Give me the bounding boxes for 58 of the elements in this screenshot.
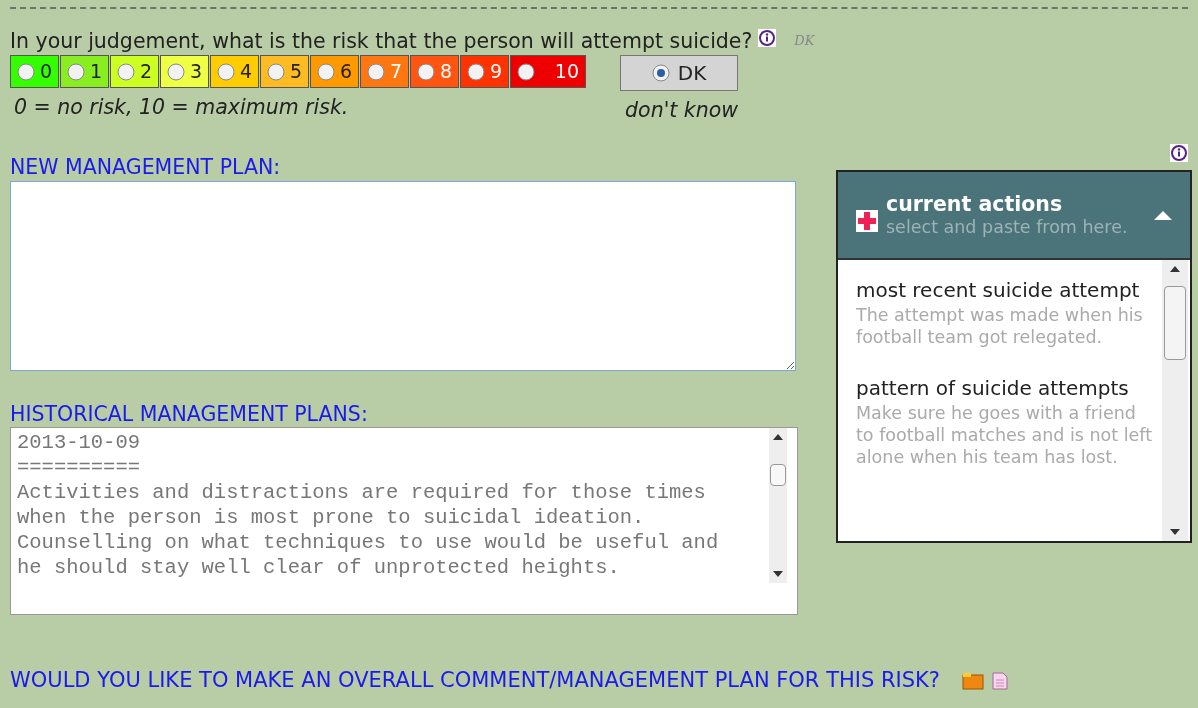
- radio-button[interactable]: [651, 64, 670, 82]
- radio-button[interactable]: [417, 62, 435, 81]
- scrollbar[interactable]: [1162, 259, 1188, 541]
- radio-button[interactable]: [467, 62, 485, 81]
- risk-option[interactable]: 2: [110, 55, 159, 88]
- dont-know-option[interactable]: DK: [620, 55, 738, 91]
- history-line: 2013-10-09: [17, 429, 142, 455]
- history-line: he should stay well clear of unprotected heights.: [17, 554, 621, 580]
- action-text: Make sure he goes with a friend to football matches and is not left alone when his team has lost.: [856, 401, 1154, 468]
- radio-button[interactable]: [267, 62, 285, 81]
- field-label: NEW MANAGEMENT PLAN:: [10, 155, 282, 178]
- action-title: pattern of suicide attempts: [856, 374, 1130, 402]
- risk-option[interactable]: 6: [310, 55, 359, 88]
- panel-header[interactable]: current actions select and paste from here.: [838, 171, 1190, 260]
- panel-title: current actions: [886, 191, 1064, 216]
- radio-button[interactable]: [367, 62, 385, 81]
- action-text: The attempt was made when his football team got relegated.: [856, 303, 1144, 348]
- history-line: Activities and distractions are required for those times: [17, 479, 707, 505]
- scroll-thumb[interactable]: [1164, 285, 1186, 360]
- risk-option[interactable]: 0: [10, 55, 59, 88]
- risk-option[interactable]: 5: [260, 55, 309, 88]
- caption-text: don't know: [625, 97, 738, 124]
- collapse-icon[interactable]: [1154, 209, 1172, 220]
- scroll-thumb[interactable]: [770, 463, 786, 486]
- history-line: Counselling on what techniques to use would be useful and: [17, 529, 720, 555]
- scrollbar[interactable]: [769, 427, 787, 583]
- risk-option[interactable]: 9: [460, 55, 509, 88]
- legend-text: 0 = no risk, 10 = maximum risk.: [14, 94, 350, 121]
- risk-option[interactable]: 1: [60, 55, 109, 88]
- info-icon[interactable]: [1170, 143, 1188, 162]
- scroll-down-icon[interactable]: [1170, 528, 1180, 535]
- info-icon[interactable]: [758, 29, 777, 47]
- scroll-up-icon[interactable]: [773, 433, 783, 440]
- cross-icon: [856, 209, 878, 232]
- field-label: HISTORICAL MANAGEMENT PLANS:: [10, 402, 369, 425]
- radio-button[interactable]: [167, 62, 185, 81]
- scroll-down-icon[interactable]: [773, 570, 783, 577]
- hint-text: DK: [794, 32, 815, 51]
- radio-button[interactable]: [517, 62, 535, 81]
- scroll-up-icon[interactable]: [1170, 265, 1180, 272]
- radio-button[interactable]: [117, 62, 135, 81]
- history-text-area[interactable]: [10, 426, 798, 615]
- document-icon[interactable]: [992, 671, 1008, 690]
- folder-icon[interactable]: [962, 671, 984, 690]
- radio-button[interactable]: [17, 62, 35, 81]
- history-line: ==========: [17, 454, 142, 480]
- management-plan-input[interactable]: [10, 180, 796, 371]
- risk-option[interactable]: 3: [160, 55, 209, 88]
- radio-button[interactable]: [217, 62, 235, 81]
- risk-option[interactable]: 4: [210, 55, 259, 88]
- radio-button[interactable]: [317, 62, 335, 81]
- prompt-text: WOULD YOU LIKE TO MAKE AN OVERALL COMMENT/MANAGEMENT PLAN FOR THIS RISK?: [10, 666, 940, 694]
- risk-option[interactable]: 10: [510, 55, 586, 88]
- action-title: most recent suicide attempt: [856, 276, 1141, 304]
- radio-button[interactable]: [67, 62, 85, 81]
- panel-subtitle: select and paste from here.: [886, 215, 1129, 238]
- history-line: when the person is most prone to suicidal ideation.: [17, 504, 646, 530]
- question-text: In your judgement, what is the risk that the person will attempt suicide?: [10, 29, 753, 53]
